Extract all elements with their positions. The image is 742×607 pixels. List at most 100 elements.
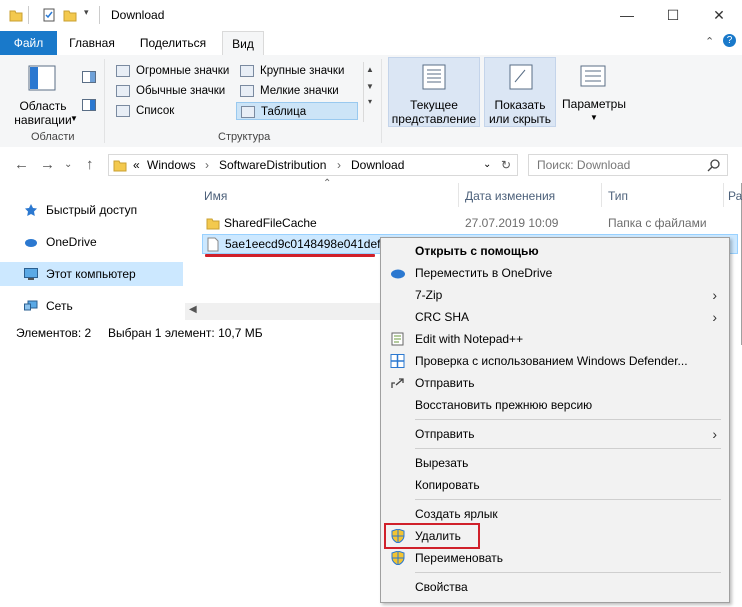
layout-gallery: Огромные значки Крупные значки Обычные з… — [110, 61, 376, 125]
close-button[interactable]: ✕ — [696, 0, 742, 31]
minimize-button[interactable]: — — [604, 0, 650, 31]
menu-item-rename[interactable]: Переименовать — [381, 547, 729, 569]
file-icon — [207, 237, 219, 252]
forward-arrow-icon[interactable]: → — [40, 156, 55, 173]
menu-item-restore-previous[interactable]: Восстановить прежнюю версию — [381, 394, 729, 416]
menu-item-defender-scan[interactable]: Проверка с использованием Windows Defend… — [381, 350, 729, 372]
breadcrumb-chevron-icon[interactable]: › — [205, 158, 209, 172]
title-bar: ▾ Download — ☐ ✕ — [0, 0, 742, 31]
layout-list[interactable]: Список — [112, 102, 234, 120]
column-header-date[interactable]: Дата изменения — [465, 189, 555, 203]
cloud-icon — [25, 239, 37, 247]
up-arrow-icon[interactable]: ↑ — [86, 156, 94, 173]
tab-share[interactable]: Поделиться — [130, 31, 216, 55]
menu-item-copy[interactable]: Копировать — [381, 474, 729, 496]
expand-gallery-icon[interactable]: ▾ — [364, 97, 376, 106]
share-icon — [391, 378, 404, 388]
nav-item-network[interactable]: Сеть — [0, 294, 183, 318]
column-header-size[interactable]: Ра — [728, 189, 742, 203]
navigation-pane-icon — [28, 65, 56, 91]
new-folder-icon[interactable] — [63, 8, 77, 22]
layout-small-icons[interactable]: Мелкие значки — [236, 82, 358, 100]
breadcrumb-windows[interactable]: Windows — [147, 158, 196, 172]
breadcrumb-chevron-icon[interactable]: › — [337, 158, 341, 172]
scroll-left-icon[interactable]: ◀ — [189, 304, 197, 315]
folder-icon — [206, 218, 220, 230]
details-icon — [241, 106, 255, 118]
menu-item-create-shortcut[interactable]: Создать ярлык — [381, 503, 729, 525]
show-hide-icon — [509, 64, 533, 90]
layout-large-icons[interactable]: Крупные значки — [236, 62, 358, 80]
small-icons-icon — [240, 85, 254, 97]
nav-item-onedrive[interactable]: OneDrive — [0, 230, 183, 254]
nav-item-this-pc[interactable]: Этот компьютер — [0, 262, 183, 286]
current-view-button[interactable]: Текущее представление — [388, 57, 480, 127]
breadcrumb-overflow[interactable]: « — [133, 158, 140, 172]
menu-item-cut[interactable]: Вырезать — [381, 452, 729, 474]
horizontal-scrollbar[interactable]: ◀ — [185, 303, 380, 320]
submenu-arrow-icon: › — [712, 287, 717, 303]
menu-item-share[interactable]: Отправить — [381, 372, 729, 394]
search-box[interactable]: Поиск: Download — [528, 154, 728, 176]
recent-dropdown-icon[interactable]: ⌄ — [64, 159, 72, 170]
menu-item-properties[interactable]: Свойства — [381, 576, 729, 598]
extra-large-icons-icon — [116, 65, 130, 77]
navigation-pane: Быстрый доступ OneDrive Этот компьютер С… — [0, 183, 200, 323]
layout-scroll[interactable]: ▲ ▼ ▾ — [363, 62, 376, 122]
scroll-up-icon[interactable]: ▲ — [364, 65, 376, 74]
quick-access-dropdown-icon[interactable]: ▾ — [84, 7, 89, 18]
medium-icons-icon — [116, 85, 130, 97]
options-label: Параметры — [562, 97, 626, 111]
options-dropdown-icon: ▼ — [590, 113, 598, 122]
nav-item-quick-access[interactable]: Быстрый доступ — [0, 198, 183, 222]
show-hide-button[interactable]: Показать или скрыть — [484, 57, 556, 127]
help-icon[interactable]: ? — [723, 34, 736, 47]
scroll-down-icon[interactable]: ▼ — [364, 82, 376, 91]
navigation-pane-label: Область навигации — [14, 99, 72, 127]
refresh-icon[interactable]: ↻ — [501, 158, 511, 172]
notepad-plus-icon — [391, 332, 404, 346]
menu-item-notepad-plus[interactable]: Edit with Notepad++ — [381, 328, 729, 350]
table-row[interactable]: SharedFileCache 27.07.2019 10:09 Папка с… — [202, 213, 738, 233]
layout-details[interactable]: Таблица — [236, 102, 358, 120]
details-pane-icon[interactable] — [82, 99, 96, 111]
tab-view[interactable]: Вид — [222, 31, 264, 56]
column-header-name[interactable]: Имя — [204, 189, 227, 203]
breadcrumb-download[interactable]: Download — [351, 158, 404, 172]
options-button[interactable]: Параметры ▼ — [558, 57, 630, 127]
menu-item-7zip[interactable]: 7-Zip › — [381, 284, 729, 306]
tab-home[interactable]: Главная — [59, 31, 125, 55]
options-icon — [580, 65, 606, 87]
ribbon-tabs: Файл Главная Поделиться Вид ⌃ ? — [0, 31, 742, 56]
layout-extra-large-icons[interactable]: Огромные значки — [112, 62, 234, 80]
computer-icon — [24, 268, 38, 280]
search-icon — [707, 159, 720, 172]
uac-shield-icon — [391, 551, 405, 565]
preview-pane-icon[interactable] — [82, 71, 96, 83]
search-input[interactable]: Поиск: Download — [537, 158, 630, 172]
delete-highlight-box — [384, 523, 480, 549]
column-header-type[interactable]: Тип — [608, 189, 628, 203]
sort-ascending-icon: ⌃ — [323, 178, 332, 189]
properties-icon[interactable] — [42, 8, 56, 22]
back-arrow-icon[interactable]: ← — [14, 156, 29, 173]
menu-item-send-to[interactable]: Отправить › — [381, 423, 729, 445]
ribbon: Область навигации ▼ Области Огромные зна… — [0, 55, 742, 148]
address-bar[interactable]: « Windows › SoftwareDistribution › Downl… — [108, 154, 518, 176]
status-item-count: Элементов: 2 — [16, 326, 92, 340]
navigation-pane-button[interactable]: Область навигации ▼ — [6, 57, 80, 127]
tab-file[interactable]: Файл — [0, 31, 57, 55]
network-icon — [24, 300, 38, 311]
breadcrumb-softwaredistribution[interactable]: SoftwareDistribution — [219, 158, 326, 172]
maximize-button[interactable]: ☐ — [650, 0, 696, 31]
layout-medium-icons[interactable]: Обычные значки — [112, 82, 234, 100]
current-view-label: Текущее представление — [391, 98, 477, 126]
address-dropdown-icon[interactable]: ⌄ — [483, 159, 491, 170]
collapse-ribbon-icon[interactable]: ⌃ — [705, 35, 714, 48]
menu-item-move-to-onedrive[interactable]: Переместить в OneDrive — [381, 262, 729, 284]
menu-item-open-with[interactable]: Открыть с помощью — [381, 240, 729, 262]
folder-icon — [9, 10, 23, 22]
address-row: ← → ⌄ ↑ « Windows › SoftwareDistribution… — [0, 147, 742, 183]
status-selection: Выбран 1 элемент: 10,7 МБ — [108, 326, 263, 340]
menu-item-crc-sha[interactable]: CRC SHA › — [381, 306, 729, 328]
